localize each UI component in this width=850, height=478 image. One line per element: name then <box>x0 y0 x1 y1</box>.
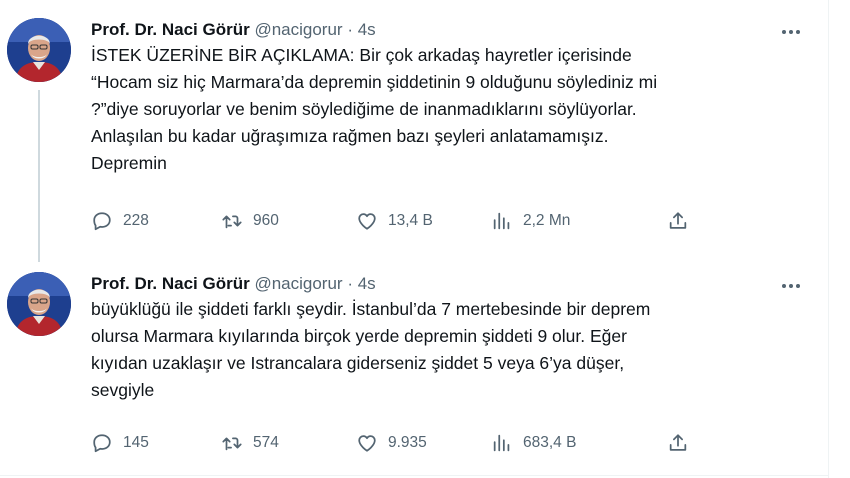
retweet-count: 960 <box>253 212 279 229</box>
views-chart-icon <box>493 212 510 230</box>
author-handle[interactable]: @nacigorur <box>254 274 342 293</box>
retweet-button[interactable]: 574 <box>221 428 279 458</box>
reply-button[interactable]: 228 <box>91 206 149 236</box>
tweet-text-line: Anlaşılan bu kadar uğraşımıza rağmen baz… <box>91 126 609 146</box>
author-name[interactable]: Prof. Dr. Naci Görür <box>91 20 250 39</box>
like-count: 13,4 B <box>388 212 433 229</box>
tweet-text: İSTEK ÜZERİNE BİR AÇIKLAMA: Bir çok arka… <box>91 42 811 177</box>
tweet-1[interactable]: Prof. Dr. Naci Görür @nacigorur · 4s İST… <box>0 0 828 262</box>
timeline-bottom-border <box>0 475 828 476</box>
reply-count: 228 <box>123 212 149 229</box>
author-avatar[interactable] <box>7 18 71 82</box>
retweet-icon <box>222 215 242 229</box>
timeline-right-border <box>828 0 829 478</box>
separator-dot: · <box>347 274 353 293</box>
tweet-2[interactable]: Prof. Dr. Naci Görür @nacigorur · 4s büy… <box>0 262 828 475</box>
views-button[interactable]: 2,2 Mn <box>491 206 570 236</box>
author-handle[interactable]: @nacigorur <box>254 20 342 39</box>
like-button[interactable]: 13,4 B <box>356 206 433 236</box>
retweet-button[interactable]: 960 <box>221 206 279 236</box>
retweet-icon <box>222 437 242 451</box>
tweet-text-line: İSTEK ÜZERİNE BİR AÇIKLAMA: Bir çok arka… <box>91 45 632 65</box>
tweet-header: Prof. Dr. Naci Görür @nacigorur · 4s <box>91 18 376 42</box>
more-options-icon[interactable] <box>776 276 806 296</box>
tweet-text-line: Depremin <box>91 153 167 173</box>
reply-button[interactable]: 145 <box>91 428 149 458</box>
tweet-text-line: büyüklüğü ile şiddeti farklı şeydir. İst… <box>91 299 651 319</box>
tweet-actions: 228 960 13,4 B 2,2 Mn <box>91 206 811 236</box>
tweet-thread: Prof. Dr. Naci Görür @nacigorur · 4s İST… <box>0 0 850 478</box>
heart-icon <box>358 435 376 452</box>
tweet-text: büyüklüğü ile şiddeti farklı şeydir. İst… <box>91 296 811 404</box>
share-button[interactable] <box>667 428 689 458</box>
tweet-timestamp[interactable]: 4s <box>358 20 376 39</box>
author-avatar[interactable] <box>7 272 71 336</box>
tweet-actions: 145 574 9.935 683,4 B <box>91 428 811 458</box>
reply-count: 145 <box>123 434 149 451</box>
tweet-text-line: kıyıdan uzaklaşır ve Istrancalara giders… <box>91 353 625 373</box>
like-button[interactable]: 9.935 <box>356 428 427 458</box>
like-count: 9.935 <box>388 434 427 451</box>
views-chart-icon <box>493 434 510 452</box>
views-button[interactable]: 683,4 B <box>491 428 576 458</box>
views-count: 2,2 Mn <box>523 212 571 229</box>
views-count: 683,4 B <box>523 434 577 451</box>
tweet-header: Prof. Dr. Naci Görür @nacigorur · 4s <box>91 272 376 296</box>
share-icon <box>669 434 687 451</box>
author-name[interactable]: Prof. Dr. Naci Görür <box>91 274 250 293</box>
reply-icon <box>93 212 111 231</box>
tweet-text-line: olursa Marmara kıyılarında birçok yerde … <box>91 326 627 346</box>
reply-icon <box>93 434 111 453</box>
tweet-text-line: ?”diye soruyorlar ve benim söylediğime d… <box>91 99 637 119</box>
tweet-timestamp[interactable]: 4s <box>358 274 376 293</box>
more-options-icon[interactable] <box>776 22 806 42</box>
tweet-text-line: “Hocam siz hiç Marmara’da depremin şidde… <box>91 72 658 92</box>
tweet-text-line: sevgiyle <box>91 380 155 400</box>
retweet-count: 574 <box>253 434 279 451</box>
share-icon <box>669 212 687 229</box>
heart-icon <box>358 213 376 230</box>
separator-dot: · <box>347 20 353 39</box>
share-button[interactable] <box>667 206 689 236</box>
